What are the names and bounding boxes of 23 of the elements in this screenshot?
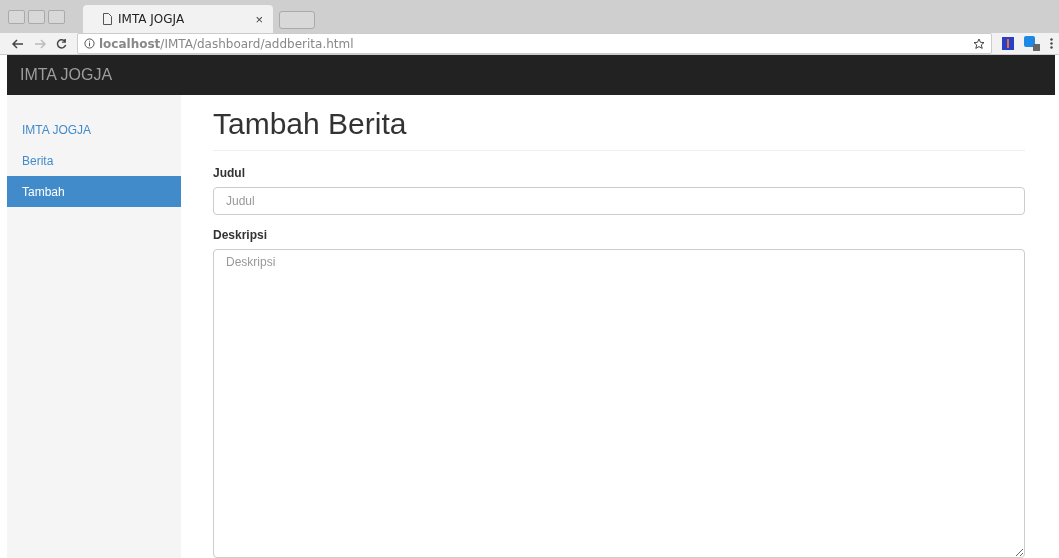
- page-title: Tambah Berita: [213, 107, 407, 151]
- input-field[interactable]: Judul: [213, 187, 1025, 215]
- sidebar-item[interactable]: Berita: [7, 145, 181, 176]
- navbar-brand[interactable]: IMTA JOGJA: [20, 66, 113, 84]
- menu-icon[interactable]: [1050, 38, 1053, 49]
- field-label: Deskripsi: [213, 228, 268, 242]
- extension-icon[interactable]: [1024, 36, 1040, 51]
- back-icon[interactable]: [12, 38, 24, 49]
- address-bar[interactable]: localhost/IMTA/dashboard/addberita.html: [77, 33, 992, 54]
- new-tab-button[interactable]: [279, 11, 315, 29]
- text-area[interactable]: Deskripsi: [213, 249, 1025, 558]
- field-label: Judul: [213, 166, 245, 180]
- info-icon: [84, 38, 95, 49]
- sidebar-item[interactable]: Tambah: [7, 176, 181, 207]
- tab-close[interactable]: ×: [255, 11, 263, 27]
- sidebar-item[interactable]: IMTA JOGJA: [7, 114, 181, 145]
- page-icon: [103, 13, 112, 25]
- url-text: localhost/IMTA/dashboard/addberita.html: [99, 36, 354, 51]
- reload-icon[interactable]: [56, 38, 67, 49]
- browser-tab[interactable]: IMTA JOGJA ×: [83, 5, 273, 33]
- forward-icon[interactable]: [34, 38, 46, 49]
- star-icon[interactable]: [973, 37, 985, 50]
- extension-icon[interactable]: [1002, 37, 1014, 50]
